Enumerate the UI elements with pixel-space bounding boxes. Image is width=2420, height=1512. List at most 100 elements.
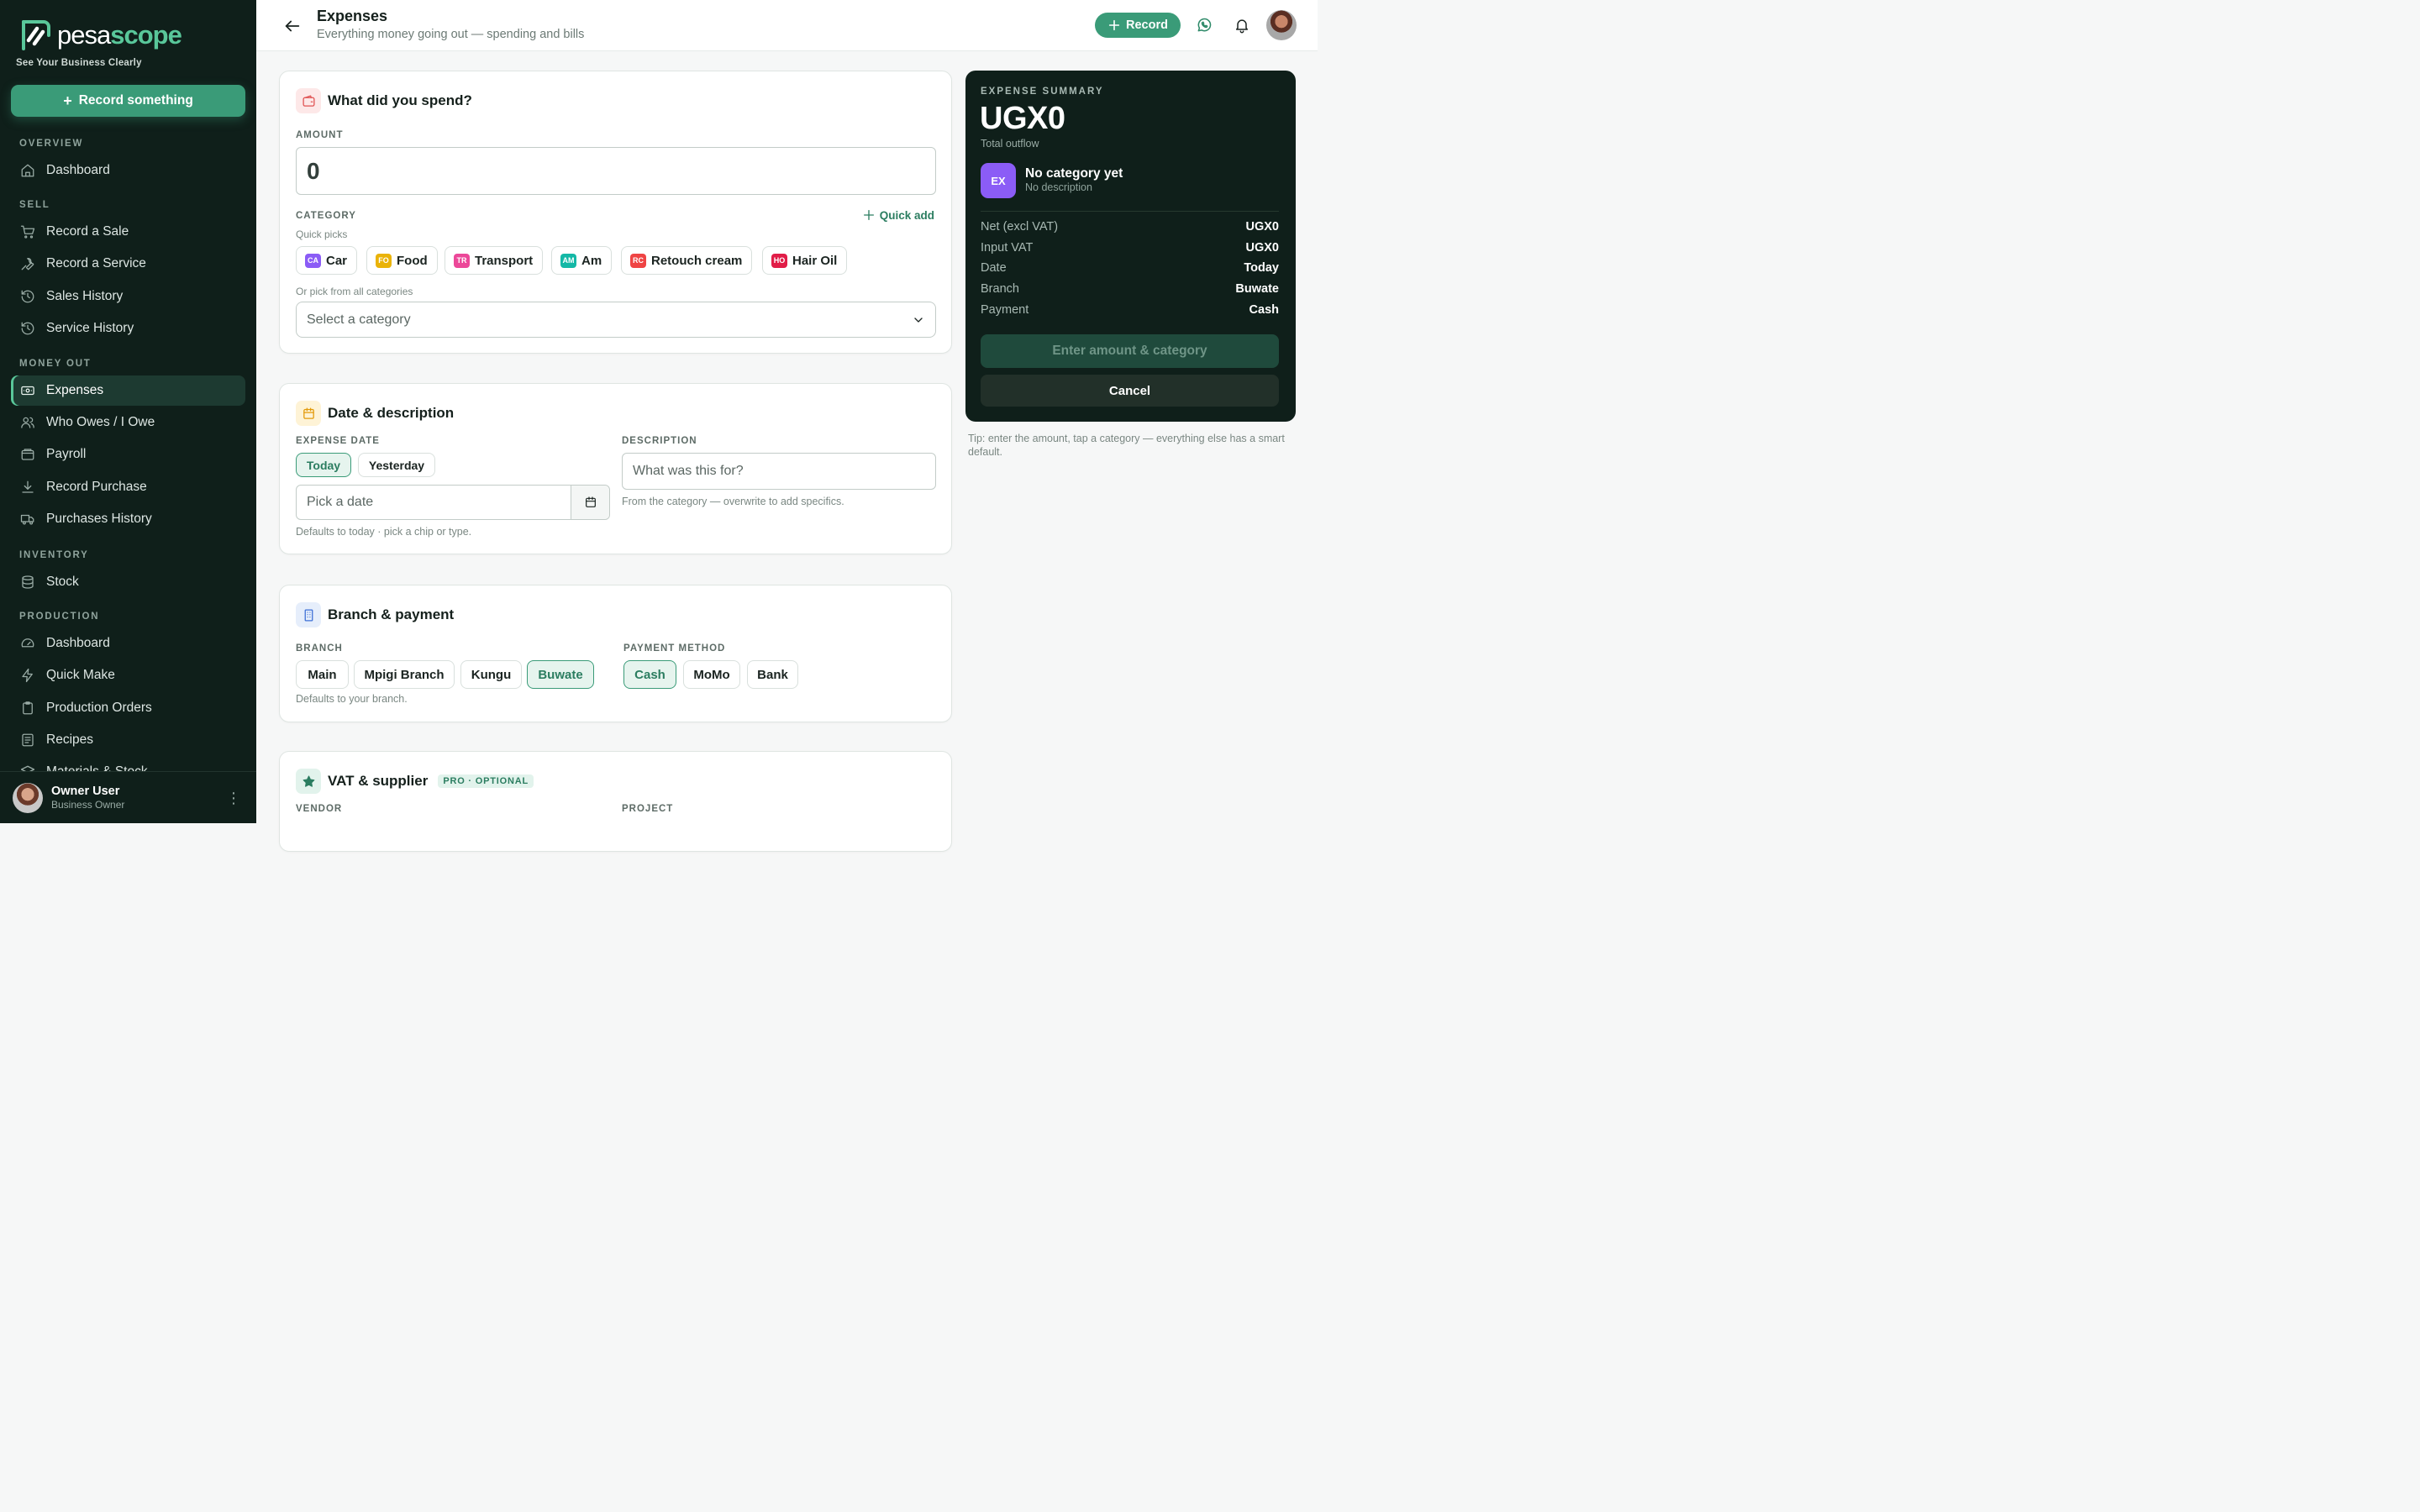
avatar[interactable]: [1266, 10, 1297, 40]
sidebar-item-record-purchase[interactable]: Record Purchase: [11, 472, 245, 502]
list-icon: [22, 733, 34, 747]
date-chip-yesterday[interactable]: Yesterday: [358, 453, 435, 477]
chip-label: Retouch cream: [651, 253, 743, 268]
date-input-placeholder: Pick a date: [307, 495, 374, 509]
sidebar-item-label: Service History: [46, 321, 134, 335]
summary-description: No description: [1025, 181, 1092, 193]
amount-label: AMOUNT: [296, 130, 344, 140]
summary-row-input-vat: Input VAT UGX0: [981, 241, 1279, 255]
sidebar-item-service-history[interactable]: Service History: [11, 313, 245, 344]
payment-chip-momo[interactable]: MoMo: [683, 660, 740, 689]
whatsapp-icon[interactable]: [1196, 17, 1213, 34]
plus-icon: +: [63, 92, 72, 109]
sidebar-item-label: Payroll: [46, 447, 87, 461]
sidebar-item-label: Record a Service: [46, 256, 146, 270]
chip-label: Hair Oil: [792, 253, 838, 268]
branch-hint: Defaults to your branch.: [296, 693, 408, 705]
header-record-label: Record: [1126, 18, 1168, 32]
chip-code: FO: [376, 253, 392, 268]
sidebar-item-record-service[interactable]: Record a Service: [11, 249, 245, 279]
sidebar-item-quick-make[interactable]: Quick Make: [11, 660, 245, 690]
chevron-down-icon: [914, 318, 923, 323]
history-icon: [21, 290, 34, 303]
sidebar-item-expenses[interactable]: Expenses: [11, 375, 245, 406]
quick-add-button[interactable]: Quick add: [862, 208, 934, 222]
sidebar-item-label: Purchases History: [46, 512, 152, 526]
sidebar-item-purchases-history[interactable]: Purchases History: [11, 504, 245, 534]
sidebar-item-production-orders[interactable]: Production Orders: [11, 693, 245, 723]
home-icon: [21, 164, 34, 177]
spend-card: What did you spend? AMOUNT 0 CATEGORY Qu…: [279, 71, 952, 354]
sidebar-item-label: Record a Sale: [46, 224, 129, 239]
sidebar: pesascope See Your Business Clearly + Re…: [0, 0, 256, 823]
sidebar-item-production-dashboard[interactable]: Dashboard: [11, 628, 245, 659]
user-profile[interactable]: Owner User Business Owner ⋮: [0, 771, 256, 823]
arrow-left-icon[interactable]: [283, 17, 302, 35]
summary-label: EXPENSE SUMMARY: [981, 87, 1104, 97]
pesascope-logo-icon: [22, 20, 50, 50]
date-chip-today[interactable]: Today: [296, 453, 351, 477]
brand-tagline: See Your Business Clearly: [16, 58, 142, 68]
amount-input[interactable]: 0: [296, 147, 936, 195]
plus-icon: [863, 210, 874, 220]
category-select[interactable]: Select a category: [296, 302, 936, 338]
category-select-value: Select a category: [307, 312, 411, 327]
sidebar-item-payroll[interactable]: Payroll: [11, 439, 245, 470]
more-options-icon[interactable]: ⋮: [226, 790, 241, 806]
category-chip-retouch-cream[interactable]: RC Retouch cream: [621, 246, 753, 275]
category-chip-food[interactable]: FO Food: [366, 246, 438, 275]
sidebar-item-label: Quick Make: [46, 668, 115, 682]
branch-chip-buwate[interactable]: Buwate: [527, 660, 594, 689]
header-record-button[interactable]: Record: [1095, 13, 1181, 38]
page-subtitle: Everything money going out — spending an…: [317, 28, 585, 41]
save-expense-button[interactable]: Enter amount & category: [981, 334, 1279, 368]
brand-logo[interactable]: pesascope: [18, 18, 182, 52]
truck-icon: [20, 514, 34, 525]
sidebar-item-record-sale[interactable]: Record a Sale: [11, 217, 245, 247]
date-hint: Defaults to today · pick a chip or type.: [296, 526, 472, 538]
payment-method-label: PAYMENT METHOD: [623, 643, 726, 654]
description-input[interactable]: What was this for?: [622, 453, 936, 490]
sidebar-item-label: Who Owes / I Owe: [46, 415, 155, 429]
payment-chip-cash[interactable]: Cash: [623, 660, 676, 689]
date-input[interactable]: Pick a date: [296, 485, 610, 520]
sidebar-item-label: Dashboard: [46, 163, 110, 177]
history-icon: [21, 322, 34, 335]
category-chip-am[interactable]: AM Am: [551, 246, 613, 275]
cancel-button[interactable]: Cancel: [981, 375, 1279, 407]
sidebar-item-stock[interactable]: Stock: [11, 567, 245, 597]
summary-amount: UGX0: [980, 101, 1065, 136]
user-role: Business Owner: [51, 799, 125, 811]
top-header: Expenses Everything money going out — sp…: [256, 0, 1318, 51]
page-title: Expenses: [317, 8, 388, 24]
sidebar-item-label: Sales History: [46, 289, 124, 303]
chip-code: AM: [560, 253, 576, 268]
category-chip-car[interactable]: CA Car: [296, 246, 358, 275]
expense-summary-panel: EXPENSE SUMMARY UGX0 Total outflow EX No…: [965, 71, 1296, 422]
record-something-button[interactable]: + Record something: [11, 85, 245, 117]
calendar-icon: [585, 496, 596, 507]
bell-icon[interactable]: [1234, 17, 1250, 34]
download-icon: [22, 480, 34, 493]
cart-icon: [20, 225, 35, 239]
category-chip-transport[interactable]: TR Transport: [445, 246, 544, 275]
payment-chip-bank[interactable]: Bank: [747, 660, 798, 689]
branch-chip-mpigi[interactable]: Mpigi Branch: [354, 660, 455, 689]
sidebar-item-who-owes[interactable]: Who Owes / I Owe: [11, 407, 245, 438]
chip-code: CA: [305, 253, 321, 268]
pro-optional-badge: PRO · OPTIONAL: [438, 774, 534, 788]
chip-label: Am: [581, 253, 602, 268]
date-picker-button[interactable]: [571, 486, 609, 519]
sidebar-item-recipes[interactable]: Recipes: [11, 725, 245, 755]
branch-chip-kungu[interactable]: Kungu: [460, 660, 522, 689]
sidebar-item-label: Dashboard: [46, 636, 110, 650]
branch-chip-main[interactable]: Main: [296, 660, 349, 689]
database-icon: [22, 575, 34, 589]
all-categories-label: Or pick from all categories: [296, 286, 413, 297]
category-chip-hair-oil[interactable]: HO Hair Oil: [762, 246, 848, 275]
summary-amount-sub: Total outflow: [981, 138, 1039, 150]
gauge-icon: [21, 638, 34, 648]
lightning-icon: [22, 668, 33, 683]
sidebar-item-dashboard[interactable]: Dashboard: [11, 155, 245, 186]
sidebar-item-sales-history[interactable]: Sales History: [11, 281, 245, 312]
